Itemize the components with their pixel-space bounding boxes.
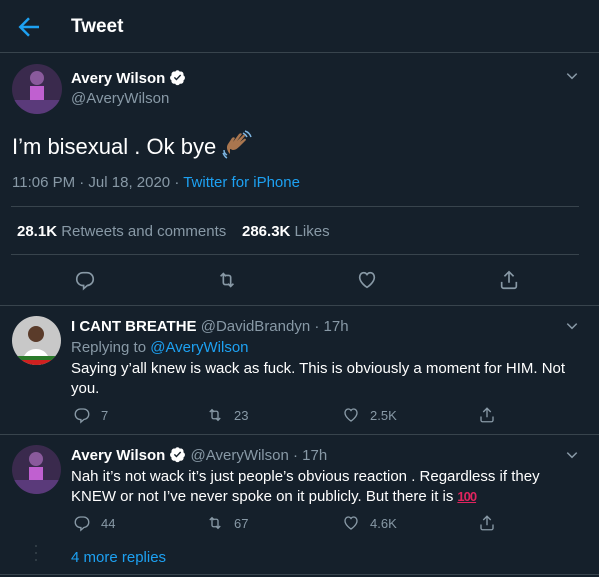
heart-icon[interactable]	[342, 406, 360, 424]
author-name[interactable]: Avery Wilson	[71, 70, 165, 87]
reply-header: Avery Wilson @AveryWilson · 17h	[71, 446, 327, 467]
reply-time[interactable]: · 17h	[314, 318, 348, 335]
heart-icon[interactable]	[356, 269, 378, 291]
reply-more-button[interactable]	[563, 446, 581, 469]
tweet-timestamp[interactable]: 11:06 PM · Jul 18, 2020	[12, 174, 170, 191]
like-button[interactable]	[356, 269, 378, 296]
share-icon[interactable]	[498, 269, 520, 291]
chevron-down-icon[interactable]	[563, 317, 581, 335]
avatar-image[interactable]	[12, 64, 62, 114]
retweets-stat[interactable]: 28.1K Retweets and comments	[17, 223, 226, 240]
divider	[0, 434, 599, 435]
author-handle[interactable]: @AveryWilson	[71, 90, 169, 107]
reply-reply-button[interactable]: 44	[73, 514, 115, 532]
more-replies-link[interactable]: 4 more replies	[71, 549, 166, 566]
reply-time[interactable]: · 17h	[293, 447, 327, 464]
avatar-image[interactable]	[12, 445, 61, 494]
verified-icon	[169, 446, 186, 467]
replying-to-label: Replying to	[71, 339, 147, 356]
reply-author-handle[interactable]: @AveryWilson	[191, 447, 289, 464]
retweet-icon[interactable]	[216, 269, 238, 291]
divider	[11, 206, 579, 207]
share-icon[interactable]	[478, 406, 496, 424]
retweet-count: 23	[234, 407, 249, 423]
replying-to-handle[interactable]: @AveryWilson	[150, 339, 248, 356]
retweets-label: Retweets and comments	[61, 223, 227, 240]
likes-stat[interactable]: 286.3K Likes	[242, 223, 330, 240]
reply-avatar[interactable]	[12, 316, 61, 365]
reply-icon[interactable]	[73, 406, 91, 424]
retweet-icon[interactable]	[206, 406, 224, 424]
reply-avatar[interactable]	[12, 445, 61, 494]
author-name-row[interactable]: Avery Wilson	[71, 69, 186, 90]
reply-like-button[interactable]: 2.5K	[342, 406, 397, 424]
avatar-image[interactable]	[12, 316, 61, 365]
retweet-icon[interactable]	[206, 514, 224, 532]
back-button[interactable]	[14, 12, 44, 42]
reply-count: 7	[101, 407, 109, 423]
like-count: 4.6K	[370, 515, 397, 531]
page-title: Tweet	[71, 16, 124, 37]
share-button[interactable]	[498, 269, 520, 296]
reply-retweet-button[interactable]: 23	[206, 406, 248, 424]
reply-text-row: Nah it’s not wack it’s just people’s obv…	[71, 467, 571, 507]
hundred-points-icon: 100	[457, 489, 477, 504]
replying-to-line: Replying to @AveryWilson	[71, 339, 249, 356]
reply-icon[interactable]	[73, 514, 91, 532]
divider	[11, 254, 579, 255]
reply-icon[interactable]	[74, 269, 96, 291]
back-arrow-icon[interactable]	[14, 12, 44, 42]
divider	[0, 305, 599, 306]
retweets-count: 28.1K	[17, 223, 58, 240]
reply-author-name[interactable]: I CANT BREATHE	[71, 318, 197, 335]
tweet-text-row: I’m bisexual . Ok bye	[12, 130, 252, 166]
reply-share-button[interactable]	[478, 406, 496, 424]
retweet-count: 67	[234, 515, 249, 531]
reply-count: 44	[101, 515, 116, 531]
waving-hand-icon	[222, 130, 252, 166]
avatar[interactable]	[12, 64, 62, 114]
thread-connector	[35, 544, 37, 566]
chevron-down-icon[interactable]	[563, 446, 581, 464]
chevron-down-icon[interactable]	[563, 67, 581, 85]
reply-header: I CANT BREATHE @DavidBrandyn · 17h	[71, 318, 349, 335]
reply-text: Saying y’all knew is wack as fuck. This …	[71, 360, 566, 397]
reply-retweet-button[interactable]: 67	[206, 514, 248, 532]
reply-reply-button[interactable]: 7	[73, 406, 108, 424]
likes-label: Likes	[294, 223, 330, 240]
header-bar: Tweet	[0, 0, 599, 53]
retweet-button[interactable]	[216, 269, 238, 296]
tweet-source-link[interactable]: Twitter for iPhone	[183, 174, 300, 191]
likes-count: 286.3K	[242, 223, 291, 240]
share-icon[interactable]	[478, 514, 496, 532]
reply-author-name[interactable]: Avery Wilson	[71, 447, 165, 464]
reply-like-button[interactable]: 4.6K	[342, 514, 397, 532]
more-options-button[interactable]	[563, 67, 581, 90]
reply-share-button[interactable]	[478, 514, 496, 532]
meta-separator: ·	[170, 174, 184, 191]
tweet-text: I’m bisexual . Ok bye	[12, 134, 217, 159]
tweet-meta: 11:06 PM · Jul 18, 2020 · Twitter for iP…	[12, 174, 300, 191]
reply-author-handle[interactable]: @DavidBrandyn	[201, 318, 310, 335]
verified-icon	[169, 69, 186, 90]
reply-more-button[interactable]	[563, 317, 581, 340]
reply-button[interactable]	[74, 269, 96, 296]
heart-icon[interactable]	[342, 514, 360, 532]
like-count: 2.5K	[370, 407, 397, 423]
divider	[0, 574, 599, 575]
